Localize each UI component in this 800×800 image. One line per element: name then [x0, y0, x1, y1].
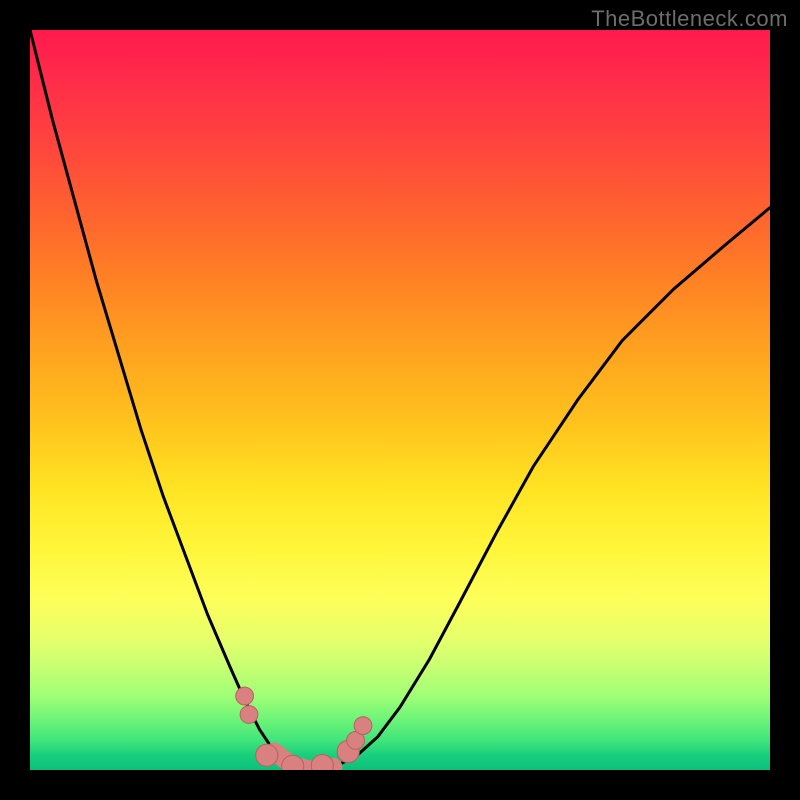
marker-point	[354, 717, 372, 735]
bottleneck-curve	[30, 30, 770, 770]
marker-point	[311, 755, 333, 771]
marker-point	[236, 687, 254, 705]
chart-svg	[30, 30, 770, 770]
plot-area	[30, 30, 770, 770]
watermark-text: TheBottleneck.com	[591, 6, 788, 32]
marker-point	[256, 744, 278, 766]
marker-group	[236, 687, 372, 770]
chart-frame: TheBottleneck.com	[0, 0, 800, 800]
marker-point	[240, 706, 258, 724]
